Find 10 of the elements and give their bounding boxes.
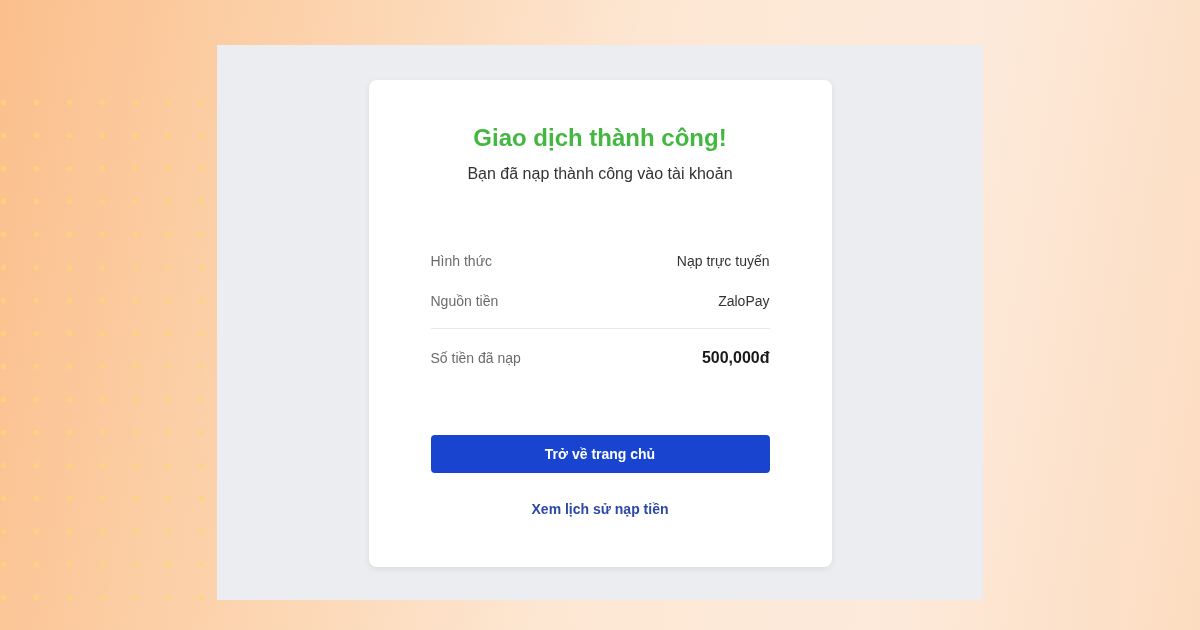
success-title: Giao dịch thành công! [472,123,728,153]
detail-value: ZaloPay [718,292,770,311]
message-text: Bạn đã nạp thành công vào tài khoản [466,164,734,184]
history-link[interactable]: Xem lịch sử nạp tiền [531,499,669,519]
amount-value: 500,000đ [701,348,770,368]
detail-label: Hình thức [430,252,492,271]
home-button[interactable]: Trở về trang chủ [430,435,770,473]
detail-label: Nguồn tiền [430,292,499,311]
detail-label: Số tiền đã nạp [430,349,521,368]
detail-value: Nạp trực tuyến [676,252,770,271]
